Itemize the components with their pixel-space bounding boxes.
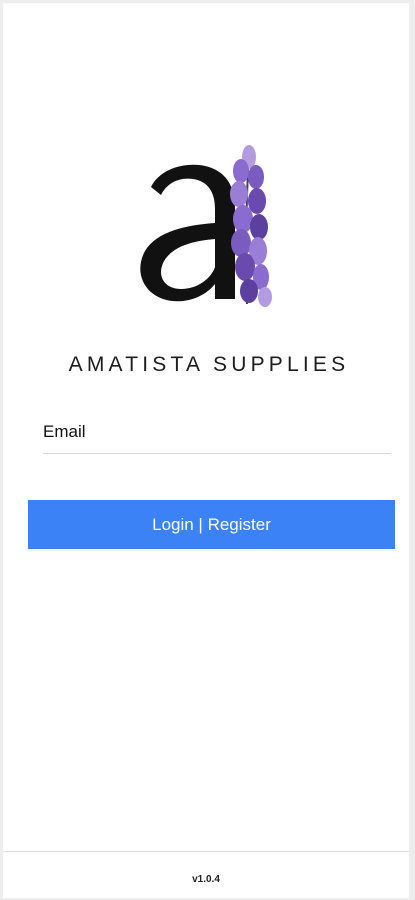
- app-screen: AMATISTA SUPPLIES Email Login | Register: [3, 3, 409, 897]
- email-label: Email: [43, 422, 86, 441]
- email-field[interactable]: [43, 443, 391, 454]
- amatista-logo-icon: [131, 139, 281, 309]
- version-label: v1.0.4: [192, 874, 220, 885]
- footer: v1.0.4: [3, 851, 409, 898]
- brand-name: AMATISTA SUPPLIES: [68, 353, 350, 376]
- login-register-button[interactable]: Login | Register: [28, 500, 395, 549]
